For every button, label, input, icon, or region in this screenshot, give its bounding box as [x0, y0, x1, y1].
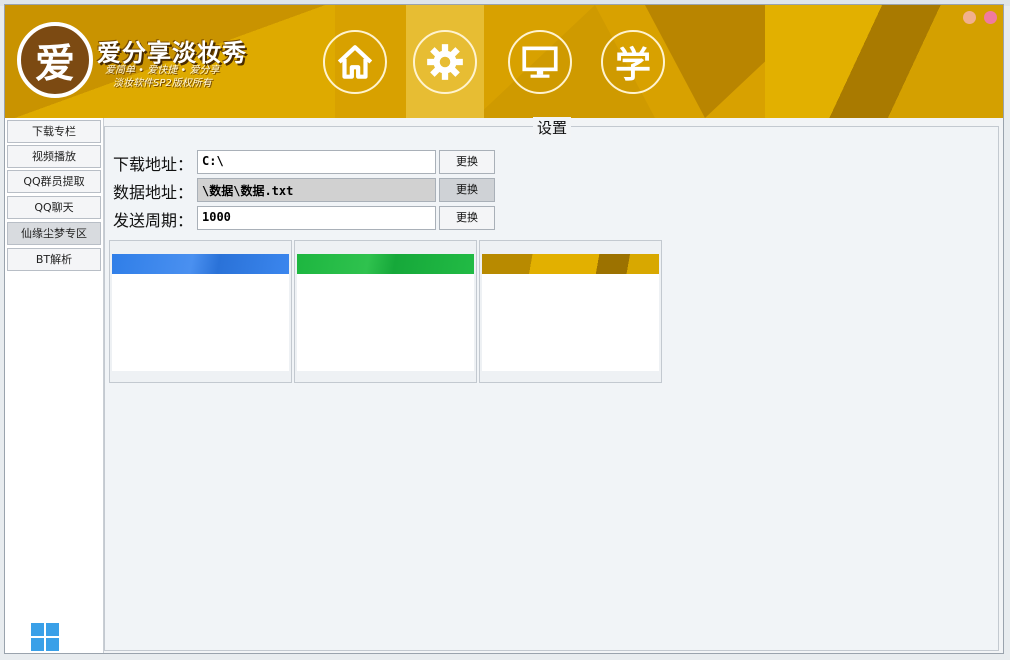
- nav-learn-button[interactable]: 学: [594, 5, 672, 118]
- nav-settings-button[interactable]: [406, 5, 484, 118]
- theme-preview: [482, 274, 659, 371]
- window-controls: [963, 11, 997, 24]
- sidebar-item-qq-chat[interactable]: QQ聊天: [7, 196, 101, 219]
- settings-group: [104, 126, 999, 651]
- sidebar-item-bt[interactable]: BT解析: [7, 248, 101, 271]
- nav-home-button[interactable]: [316, 5, 394, 118]
- download-path-label: 下载地址：: [113, 155, 194, 174]
- home-icon: [337, 44, 373, 79]
- sidebar: 下载专栏 视频播放 QQ群员提取 QQ聊天 仙缘尘梦专区 BT解析: [5, 118, 104, 653]
- theme-color-bar: [112, 254, 289, 274]
- close-button[interactable]: [984, 11, 997, 24]
- minimize-button[interactable]: [963, 11, 976, 24]
- sidebar-item-qq-group[interactable]: QQ群员提取: [7, 170, 101, 193]
- data-path-change-button[interactable]: 更换: [439, 178, 495, 202]
- settings-title: 设置: [533, 117, 572, 138]
- theme-card-green[interactable]: [294, 240, 477, 383]
- theme-card-blue[interactable]: [109, 240, 292, 383]
- download-path-input[interactable]: C:\: [197, 150, 436, 174]
- data-path-input[interactable]: \数据\数据.txt: [197, 178, 436, 202]
- logo-glyph: 爱: [35, 40, 75, 87]
- sidebar-item-download[interactable]: 下载专栏: [7, 120, 101, 143]
- brand-copyright: 淡妆软件SP2版权所有: [113, 78, 212, 89]
- gear-icon: [427, 43, 463, 80]
- theme-card-gold[interactable]: [479, 240, 662, 383]
- theme-color-bar: [482, 254, 659, 274]
- sidebar-item-xianyuan[interactable]: 仙缘尘梦专区: [7, 222, 101, 245]
- windows-logo-icon[interactable]: [31, 623, 59, 651]
- theme-preview: [297, 274, 474, 371]
- app-logo: 爱: [17, 22, 93, 98]
- nav-monitor-button[interactable]: [501, 5, 579, 118]
- sidebar-item-video[interactable]: 视频播放: [7, 145, 101, 168]
- theme-color-bar: [297, 254, 474, 274]
- send-period-label: 发送周期：: [113, 211, 194, 230]
- theme-preview: [112, 274, 289, 371]
- data-path-label: 数据地址：: [113, 183, 194, 202]
- send-period-change-button[interactable]: 更换: [439, 206, 495, 230]
- app-window: 爱 爱分享淡妆秀 爱简单 • 爱快捷 • 爱分享 淡妆软件SP2版权所有 学 下…: [4, 4, 1004, 654]
- send-period-input[interactable]: 1000: [197, 206, 436, 230]
- xue-icon: 学: [614, 44, 651, 86]
- header-banner: 爱 爱分享淡妆秀 爱简单 • 爱快捷 • 爱分享 淡妆软件SP2版权所有 学: [5, 5, 1003, 118]
- download-path-change-button[interactable]: 更换: [439, 150, 495, 174]
- monitor-icon: [522, 46, 558, 78]
